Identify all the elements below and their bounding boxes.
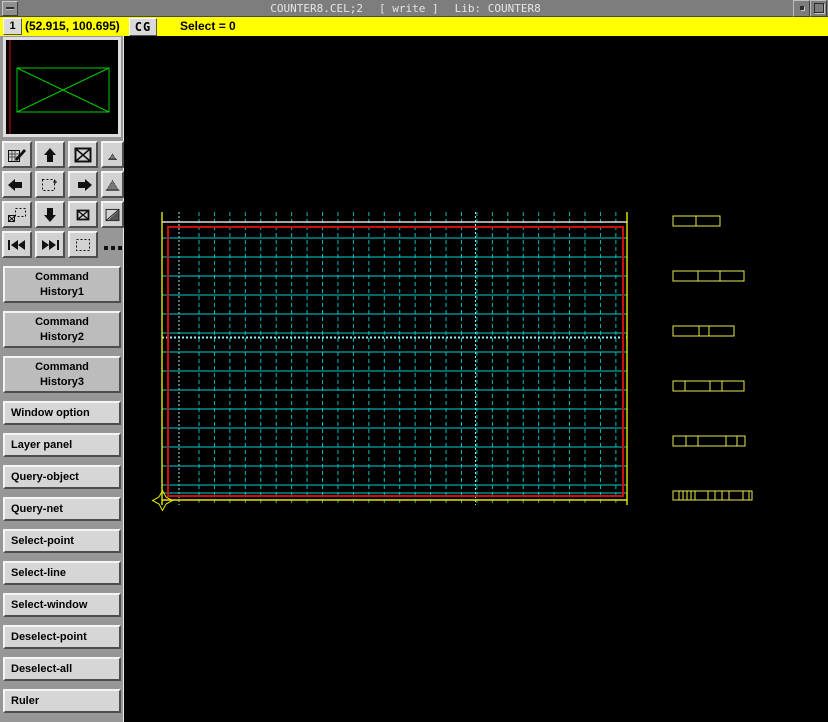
zoom-out-small-button[interactable] [101, 141, 124, 168]
grid-mode-badge[interactable]: CG [129, 18, 157, 36]
sidebar-button-ruler[interactable]: Ruler [3, 689, 121, 713]
maximize-icon[interactable] [810, 0, 827, 17]
bit-bar [673, 271, 744, 281]
command-button-column: CommandHistory1 CommandHistory2 CommandHis… [0, 266, 123, 713]
minimize-icon[interactable] [793, 0, 810, 17]
pan-right-icon [72, 176, 94, 194]
sidebar-button-layer-panel[interactable]: Layer panel [3, 433, 121, 457]
pan-down-icon [39, 206, 61, 224]
sidebar-button-select-window[interactable]: Select-window [3, 593, 121, 617]
window-menu-icon[interactable] [2, 1, 18, 16]
draw-pattern-icon [6, 146, 28, 164]
zoom-fit-icon [72, 146, 94, 164]
sidebar-button-command-history1[interactable]: CommandHistory1 [3, 266, 121, 303]
zoom-in-button[interactable] [101, 171, 124, 198]
library-name: Lib: COUNTER8 [455, 2, 541, 15]
zoom-in-icon [103, 176, 122, 194]
bit-bar [673, 326, 734, 336]
sidebar-button-window-option[interactable]: Window option [3, 401, 121, 425]
zoom-out-small-icon [103, 146, 122, 164]
shrink-view-button[interactable] [2, 201, 32, 228]
instance-outline-red [168, 227, 623, 496]
layout-drawing [130, 36, 828, 722]
fit-small-icon [72, 206, 94, 224]
window-number-badge: 1 [3, 18, 22, 35]
pan-left-button[interactable] [2, 171, 32, 198]
bit-bar [673, 491, 752, 500]
select-box-icon [72, 236, 94, 254]
status-bar: 1 (52.915, 100.695) CG Select = 0 [0, 17, 828, 36]
pan-right-button[interactable] [68, 171, 98, 198]
navigator-view [6, 40, 118, 134]
selection-count: Select = 0 [180, 19, 236, 34]
next-view-icon [39, 236, 61, 254]
draw-pattern-button[interactable] [2, 141, 32, 168]
more-options-button[interactable] [101, 231, 124, 258]
sidebar-button-select-point[interactable]: Select-point [3, 529, 121, 553]
sidebar-button-query-object[interactable]: Query-object [3, 465, 121, 489]
write-mode: [ write ] [379, 2, 439, 15]
pan-up-icon [39, 146, 61, 164]
select-box-button[interactable] [68, 231, 98, 258]
pan-left-icon [6, 176, 28, 194]
bit-bar [673, 436, 745, 446]
zoom-fit-button[interactable] [68, 141, 98, 168]
next-view-button[interactable] [35, 231, 65, 258]
prev-view-button[interactable] [2, 231, 32, 258]
shrink-view-icon [6, 206, 28, 224]
prev-view-icon [6, 236, 28, 254]
fill-toggle-icon [103, 206, 122, 224]
zoom-window-icon [39, 176, 61, 194]
sidebar-button-deselect-all[interactable]: Deselect-all [3, 657, 121, 681]
zoom-window-button[interactable] [35, 171, 65, 198]
application-window: COUNTER8.CEL;2 [ write ] Lib: COUNTER8 1 (… [0, 0, 828, 722]
sidebar-button-query-net[interactable]: Query-net [3, 497, 121, 521]
cell-name: COUNTER8.CEL;2 [270, 2, 363, 15]
pan-up-button[interactable] [35, 141, 65, 168]
navigator-panel[interactable] [3, 37, 121, 137]
more-options-icon [102, 236, 124, 254]
fit-small-button[interactable] [68, 201, 98, 228]
bit-bar [673, 381, 744, 391]
sidebar-button-select-line[interactable]: Select-line [3, 561, 121, 585]
window-title: COUNTER8.CEL;2 [ write ] Lib: COUNTER8 [18, 2, 793, 15]
titlebar: COUNTER8.CEL;2 [ write ] Lib: COUNTER8 [0, 0, 828, 17]
cursor-coordinates: (52.915, 100.695) [25, 19, 120, 34]
sidebar-button-command-history2[interactable]: CommandHistory2 [3, 311, 121, 348]
sidebar: CommandHistory1 CommandHistory2 CommandHis… [0, 36, 130, 722]
layout-canvas[interactable] [130, 36, 828, 722]
pan-down-button[interactable] [35, 201, 65, 228]
sidebar-button-deselect-point[interactable]: Deselect-point [3, 625, 121, 649]
fill-toggle-button[interactable] [101, 201, 124, 228]
sidebar-button-command-history3[interactable]: CommandHistory3 [3, 356, 121, 393]
toolbar [2, 141, 123, 258]
